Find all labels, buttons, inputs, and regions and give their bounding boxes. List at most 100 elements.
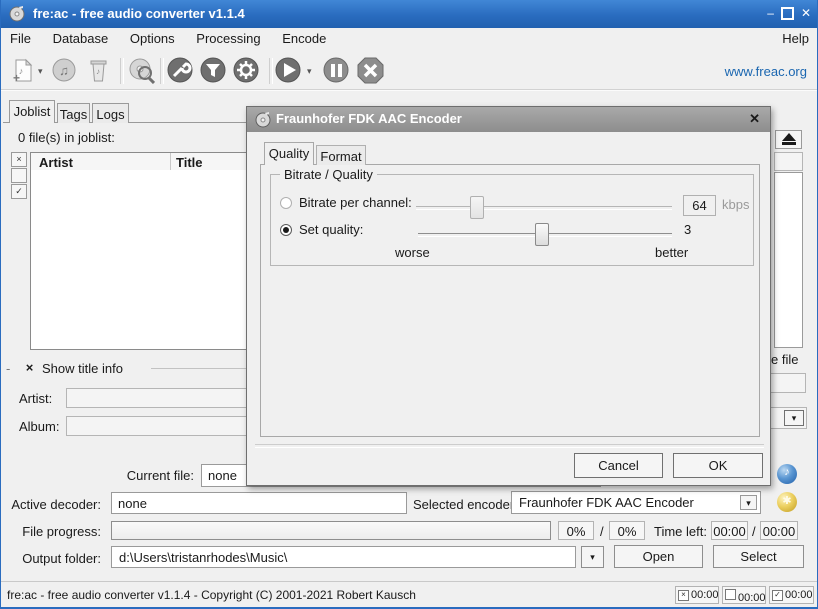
open-folder-button[interactable]: Open bbox=[614, 545, 703, 568]
statusbar-text: fre:ac - free audio converter v1.1.4 - C… bbox=[7, 588, 416, 602]
bitrate-value-field[interactable]: 64 bbox=[683, 195, 716, 216]
bitrate-slider-track[interactable] bbox=[416, 206, 672, 210]
clear-joblist-icon[interactable]: ♪ bbox=[85, 57, 112, 84]
app-window: fre:ac - free audio converter v1.1.4 – ✕… bbox=[0, 0, 818, 609]
drive-box[interactable] bbox=[774, 152, 803, 171]
freac-website-link[interactable]: www.freac.org bbox=[725, 64, 807, 79]
output-folder-dropdown-button[interactable]: ▾ bbox=[581, 546, 604, 568]
album-label: Album: bbox=[19, 419, 59, 434]
menu-help[interactable]: Help bbox=[778, 31, 813, 46]
show-title-info-checkbox[interactable]: × bbox=[22, 360, 37, 375]
quality-slider-thumb[interactable] bbox=[535, 223, 549, 246]
dialog-title: Fraunhofer FDK AAC Encoder bbox=[276, 111, 462, 126]
encoder-dialog: Fraunhofer FDK AAC Encoder ✕ Quality For… bbox=[246, 106, 771, 486]
tab-joblist[interactable]: Joblist bbox=[9, 100, 55, 123]
toolbar-separator bbox=[120, 58, 124, 84]
dialog-logo-icon bbox=[255, 111, 272, 128]
column-title[interactable]: Title bbox=[176, 155, 203, 170]
tab-tags[interactable]: Tags bbox=[57, 103, 90, 123]
dialog-separator bbox=[255, 444, 764, 448]
dialog-titlebar[interactable]: Fraunhofer FDK AAC Encoder ✕ bbox=[247, 107, 770, 132]
output-folder-label: Output folder: bbox=[6, 551, 101, 566]
selected-encoder-dropdown[interactable]: Fraunhofer FDK AAC Encoder ▾ bbox=[511, 491, 761, 514]
menu-file[interactable]: File bbox=[1, 28, 40, 49]
time-track: 00:00 bbox=[711, 521, 748, 540]
total-percent: 0% bbox=[609, 521, 645, 540]
joblist-count: 0 file(s) in joblist: bbox=[18, 130, 115, 145]
close-button[interactable]: ✕ bbox=[801, 6, 811, 20]
joblist-icon[interactable]: ♫ bbox=[51, 57, 78, 84]
dialog-tab-quality[interactable]: Quality bbox=[264, 142, 314, 165]
window-titlebar: fre:ac - free audio converter v1.1.4 – ✕ bbox=[1, 0, 818, 28]
group-label: Bitrate / Quality bbox=[280, 167, 377, 182]
time-separator: / bbox=[752, 524, 756, 539]
ok-button[interactable]: OK bbox=[673, 453, 763, 478]
encoder-config-icon[interactable]: ✱ bbox=[777, 492, 797, 512]
timer-all: ×00:00 bbox=[675, 586, 719, 604]
maximize-button[interactable] bbox=[781, 7, 794, 20]
timer-none: 00:00 bbox=[722, 586, 766, 604]
current-file-label: Current file: bbox=[99, 468, 194, 483]
tab-logs[interactable]: Logs bbox=[92, 103, 129, 123]
start-conversion-icon[interactable] bbox=[275, 57, 302, 84]
svg-text:♪: ♪ bbox=[96, 67, 100, 76]
minimize-button[interactable]: – bbox=[767, 6, 774, 20]
menu-database[interactable]: Database bbox=[44, 28, 118, 49]
menu-options[interactable]: Options bbox=[121, 28, 184, 49]
select-none-button[interactable] bbox=[11, 168, 27, 183]
timer-selected: ✓00:00 bbox=[769, 586, 814, 604]
stop-conversion-icon[interactable] bbox=[357, 57, 384, 84]
select-all-button[interactable]: × bbox=[11, 152, 27, 167]
quality-label: Set quality: bbox=[299, 222, 363, 237]
menu-bar: File Database Options Processing Encode … bbox=[1, 28, 818, 50]
bitrate-label: Bitrate per channel: bbox=[299, 195, 412, 210]
artist-label: Artist: bbox=[19, 391, 52, 406]
cross-box-icon: × bbox=[678, 590, 689, 601]
time-left-label: Time left: bbox=[654, 524, 707, 539]
quality-value: 3 bbox=[684, 222, 691, 237]
chevron-down-icon[interactable]: ▾ bbox=[740, 495, 757, 510]
bitrate-slider-thumb[interactable] bbox=[470, 196, 484, 219]
menu-processing[interactable]: Processing bbox=[187, 28, 269, 49]
svg-text:+: + bbox=[13, 71, 20, 84]
scale-worse-label: worse bbox=[395, 245, 430, 260]
select-folder-button[interactable]: Select bbox=[713, 545, 804, 568]
dialog-close-button[interactable]: ✕ bbox=[749, 111, 760, 127]
add-files-icon[interactable]: ♪ + bbox=[8, 57, 35, 84]
chevron-down-icon[interactable]: ▾ bbox=[784, 410, 804, 426]
menu-encode[interactable]: Encode bbox=[273, 28, 335, 49]
toggle-selection-button[interactable]: ✓ bbox=[11, 184, 27, 199]
track-list[interactable] bbox=[774, 172, 803, 348]
encoder-settings-icon[interactable] bbox=[233, 57, 260, 84]
processing-settings-icon[interactable] bbox=[200, 57, 227, 84]
add-files-dropdown-icon[interactable]: ▾ bbox=[38, 66, 43, 77]
track-percent: 0% bbox=[558, 521, 594, 540]
scale-better-label: better bbox=[655, 245, 688, 260]
active-decoder-label: Active decoder: bbox=[6, 497, 101, 512]
window-title: fre:ac - free audio converter v1.1.4 bbox=[33, 6, 245, 21]
pause-conversion-icon[interactable] bbox=[323, 57, 350, 84]
collapse-handle[interactable]: - bbox=[6, 361, 10, 376]
dialog-tab-format[interactable]: Format bbox=[316, 145, 366, 165]
column-artist[interactable]: Artist bbox=[39, 155, 73, 170]
bitrate-radio[interactable] bbox=[280, 197, 292, 209]
percent-separator: / bbox=[600, 524, 604, 539]
selected-encoder-label: Selected encoder: bbox=[413, 497, 518, 512]
info-ball-icon[interactable]: ♪ bbox=[777, 464, 797, 484]
check-box-icon: ✓ bbox=[772, 590, 783, 601]
eject-icon bbox=[782, 133, 796, 141]
general-settings-icon[interactable] bbox=[167, 57, 194, 84]
file-progress-label: File progress: bbox=[6, 524, 101, 539]
active-decoder-value: none bbox=[111, 492, 407, 514]
quality-radio[interactable] bbox=[280, 224, 292, 236]
toolbar-separator bbox=[269, 58, 273, 84]
column-divider[interactable] bbox=[170, 153, 171, 170]
bitrate-unit: kbps bbox=[722, 197, 749, 212]
encode-single-file-label: e file bbox=[771, 352, 798, 367]
output-folder-combo[interactable]: d:\Users\tristanrhodes\Music\ bbox=[111, 546, 576, 568]
eject-button[interactable] bbox=[775, 130, 802, 149]
start-dropdown-icon[interactable]: ▾ bbox=[307, 66, 312, 77]
cancel-button[interactable]: Cancel bbox=[574, 453, 663, 478]
cddb-query-icon[interactable] bbox=[128, 57, 155, 84]
file-progress-bar bbox=[111, 521, 551, 540]
